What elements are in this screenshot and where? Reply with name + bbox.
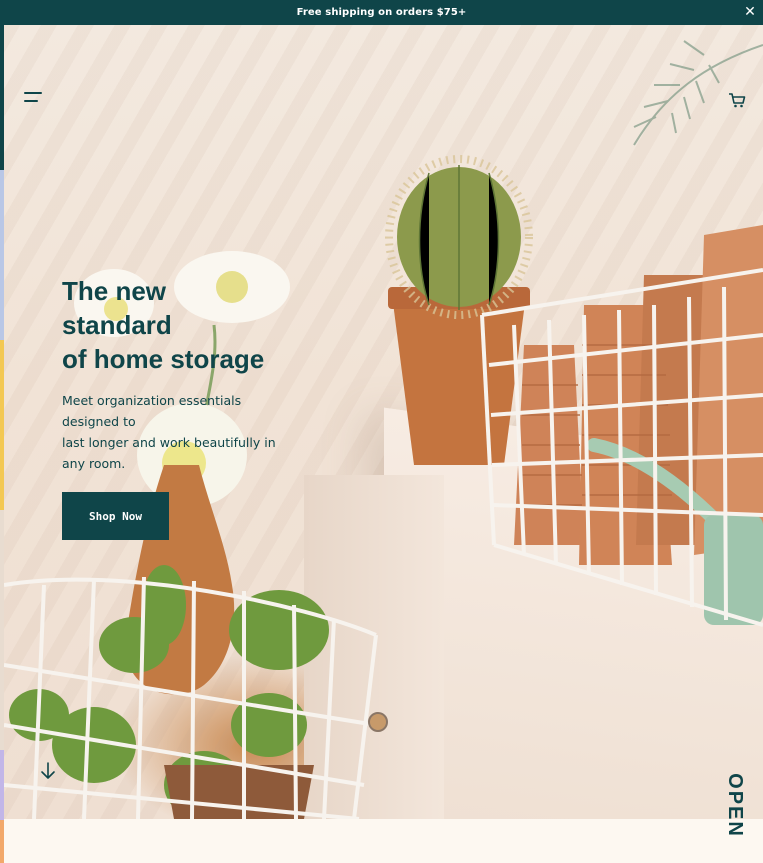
close-icon[interactable]: ✕ xyxy=(742,4,758,20)
menu-icon-line xyxy=(24,100,38,102)
announcement-text: Free shipping on orders $75+ xyxy=(296,7,467,18)
menu-icon[interactable] xyxy=(24,89,44,107)
arrow-down-icon[interactable] xyxy=(40,762,56,780)
hero-headline-line: standard xyxy=(62,310,172,340)
menu-icon-line xyxy=(24,92,42,94)
hero-section: The new standard of home storage Meet or… xyxy=(4,25,763,819)
cart-icon[interactable] xyxy=(728,91,746,109)
below-fold-section xyxy=(4,819,763,863)
hero-headline-line: The new xyxy=(62,276,167,306)
hero-headline: The new standard of home storage xyxy=(62,274,322,376)
hero-subcopy: Meet organization essentials designed to… xyxy=(62,390,302,474)
announcement-bar: Free shipping on orders $75+ ✕ xyxy=(0,0,763,25)
hero-subcopy-line: any room. xyxy=(62,456,126,471)
shop-now-button[interactable]: Shop Now xyxy=(62,492,169,540)
hero-subcopy-line: last longer and work beautifully in xyxy=(62,435,276,450)
open-side-tab-label: OPEN xyxy=(723,772,746,838)
hero-subcopy-line: Meet organization essentials xyxy=(62,393,242,408)
open-side-tab[interactable]: OPEN xyxy=(716,765,752,845)
hero-subcopy-line: designed to xyxy=(62,414,136,429)
hero-headline-line: of home storage xyxy=(62,344,265,374)
